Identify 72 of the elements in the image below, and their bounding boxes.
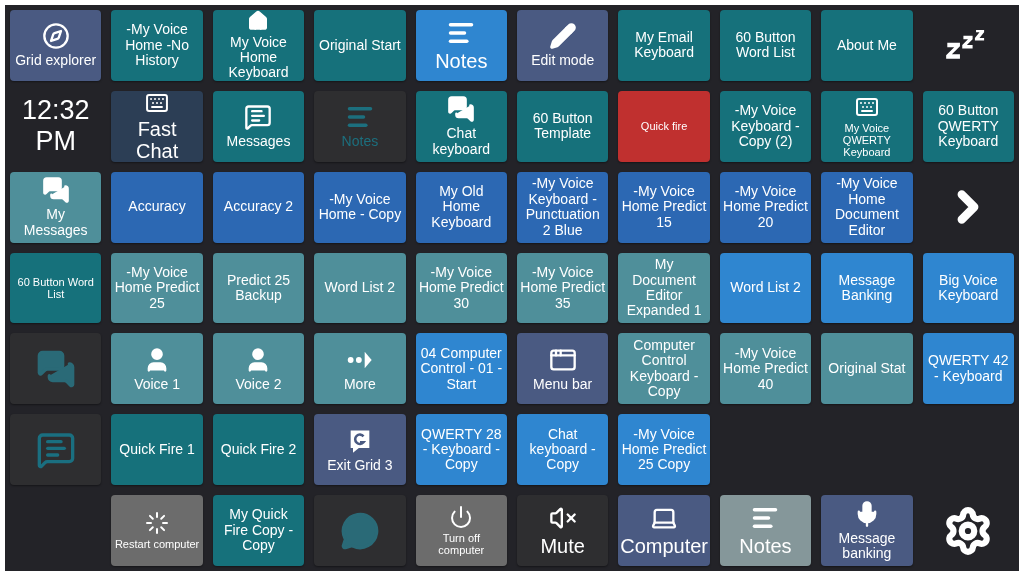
speech-bubble-icon — [339, 510, 380, 551]
grid-tile-button[interactable]: Message banking — [821, 495, 913, 566]
grid-tile-button[interactable] — [314, 495, 406, 566]
pencil-icon — [548, 22, 577, 51]
grid-tile-button[interactable]: -My Voice Home Document Editor — [821, 171, 913, 243]
grid-tile-button[interactable]: My Quick Fire Copy - Copy — [212, 495, 305, 566]
grid-tile-button[interactable]: -My Voice Home -No History — [111, 10, 203, 81]
chat-bubbles-icon — [447, 95, 476, 124]
grid-tile-button[interactable]: 60 Button Template — [517, 90, 609, 162]
grid-tile-button[interactable]: 04 Computer Control - 01 - Start — [415, 333, 507, 405]
grid-tile-button[interactable]: Predict 25 Backup — [212, 252, 305, 324]
grid-tile-button[interactable]: Turn off computer — [415, 495, 507, 566]
grid-tile-button[interactable]: Original Stat — [821, 333, 913, 405]
grid-tile-button[interactable]: 60 Button Word List — [719, 10, 812, 81]
grid-tile-button[interactable]: Fast Chat — [111, 90, 203, 162]
grid-tile-button[interactable]: Notes — [415, 10, 507, 81]
power-icon — [449, 504, 474, 529]
grid-tile-button[interactable]: Accuracy — [111, 171, 203, 243]
grid-tile-button[interactable]: Quick fire — [618, 90, 710, 162]
grid-tile-button[interactable]: Quick Fire 2 — [212, 414, 305, 486]
grid-tile-button[interactable]: My Email Keyboard — [618, 10, 710, 81]
grid-tile-button[interactable]: Voice 2 — [212, 333, 305, 405]
grid-tile-button[interactable]: Accuracy 2 — [212, 171, 305, 243]
grid-tile-button[interactable]: QWERTY 28 - Keyboard - Copy — [415, 414, 507, 486]
grid-tile-button[interactable]: 60 Button QWERTY Keyboard — [922, 90, 1014, 162]
grid-tile-button[interactable]: -My Voice Home Predict 30 — [415, 252, 507, 324]
grid-tile-button[interactable]: Exit Grid 3 — [314, 414, 406, 486]
grid-tile-button[interactable]: Big Voice Keyboard — [922, 252, 1014, 324]
grid-tile-button[interactable]: -My Voice Home Predict 40 — [719, 333, 812, 405]
grid-tile-button[interactable]: Voice 1 — [111, 333, 203, 405]
grid-tile-button[interactable]: My Messages — [10, 171, 102, 243]
grid-tile-button[interactable]: Menu bar — [517, 333, 609, 405]
grid-tile-button[interactable]: Word List 2 — [719, 252, 812, 324]
grid-tile-button[interactable]: My Voice QWERTY Keyboard — [821, 90, 913, 162]
grid-tile-button[interactable]: Chat keyboard — [415, 90, 507, 162]
grid-tile-button[interactable]: My Document Editor Expanded 1 — [618, 252, 710, 324]
grid-tile-button[interactable]: Computer Control Keyboard - Copy — [618, 333, 710, 405]
grid-tile-button[interactable]: Chat keyboard - Copy — [517, 414, 609, 486]
grid-tile-button[interactable] — [10, 414, 102, 486]
grid-tile-button[interactable] — [10, 333, 102, 405]
grid-tile-button[interactable]: 60 Button Word List — [10, 252, 102, 324]
grid-tile-button[interactable]: Word List 2 — [314, 252, 406, 324]
grid-tile-button[interactable]: -My Voice Home Predict 15 — [618, 171, 710, 243]
grid-tile-button[interactable]: More — [314, 333, 406, 405]
grid-tile-button[interactable]: My Voice Home Keyboard — [212, 10, 305, 81]
restart-icon — [145, 511, 170, 535]
grid-tile-button[interactable]: -My Voice Keyboard - Copy (2) — [719, 90, 812, 162]
chat-bubbles-icon — [41, 176, 70, 205]
grid-tile-button[interactable]: Notes — [719, 495, 812, 566]
grid-tile-button[interactable]: Original Start — [314, 10, 406, 81]
grid-tile-button[interactable]: -My Voice Keyboard - Punctuation 2 Blue — [517, 171, 609, 243]
grid-tile-button[interactable]: Restart computer — [111, 495, 203, 566]
grid-tile-button[interactable]: My Old Home Keyboard — [415, 171, 507, 243]
grid-tile-button[interactable]: Quick Fire 1 — [111, 414, 203, 486]
grid-tile-button[interactable]: QWERTY 42 - Keyboard — [922, 333, 1014, 405]
grid-tile-button[interactable]: -My Voice Home Predict 20 — [719, 171, 812, 243]
grid-tile-button[interactable]: -My Voice Home Predict 25 Copy — [618, 414, 710, 486]
grid-tile-button[interactable]: Edit mode — [517, 10, 609, 81]
grid-tile-button[interactable]: -My Voice Home Predict 25 — [111, 252, 203, 324]
grid-tile-button[interactable]: Message Banking — [821, 252, 913, 324]
grid-tile-button[interactable]: Computer — [618, 495, 710, 566]
grid-tile-button[interactable]: -My Voice Home - Copy — [314, 171, 406, 243]
grid-tile-button[interactable]: Mute — [517, 495, 609, 566]
clock-time: 12:32 — [21, 97, 90, 125]
grid-tile-button[interactable]: -My Voice Home Predict 35 — [517, 252, 609, 324]
compass-icon — [41, 22, 70, 51]
speech-bubble-icon — [244, 103, 273, 132]
grid-tile-button[interactable]: Grid explorer — [10, 10, 102, 81]
grid-tile-button[interactable]: Messages — [212, 90, 305, 162]
clock-period: PM — [35, 128, 76, 156]
chat-bubbles-icon — [35, 348, 76, 389]
grid-tile-button[interactable]: About Me — [821, 10, 913, 81]
